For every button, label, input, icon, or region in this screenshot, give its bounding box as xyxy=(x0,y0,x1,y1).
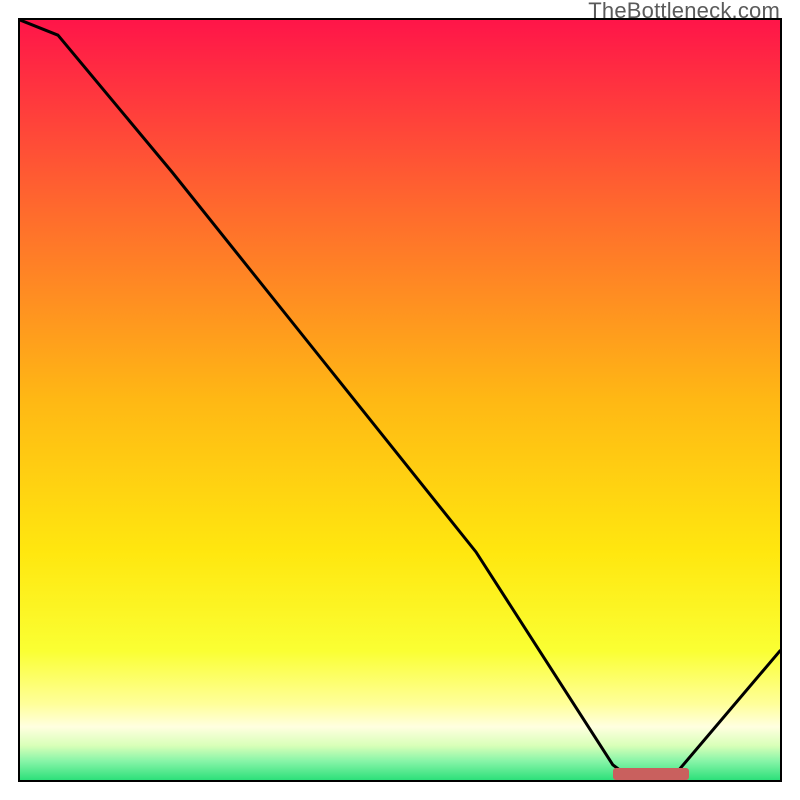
line-curve xyxy=(20,20,780,780)
plot-area xyxy=(18,18,782,782)
valley-marker-bar xyxy=(613,768,689,780)
chart-container: TheBottleneck.com xyxy=(0,0,800,800)
